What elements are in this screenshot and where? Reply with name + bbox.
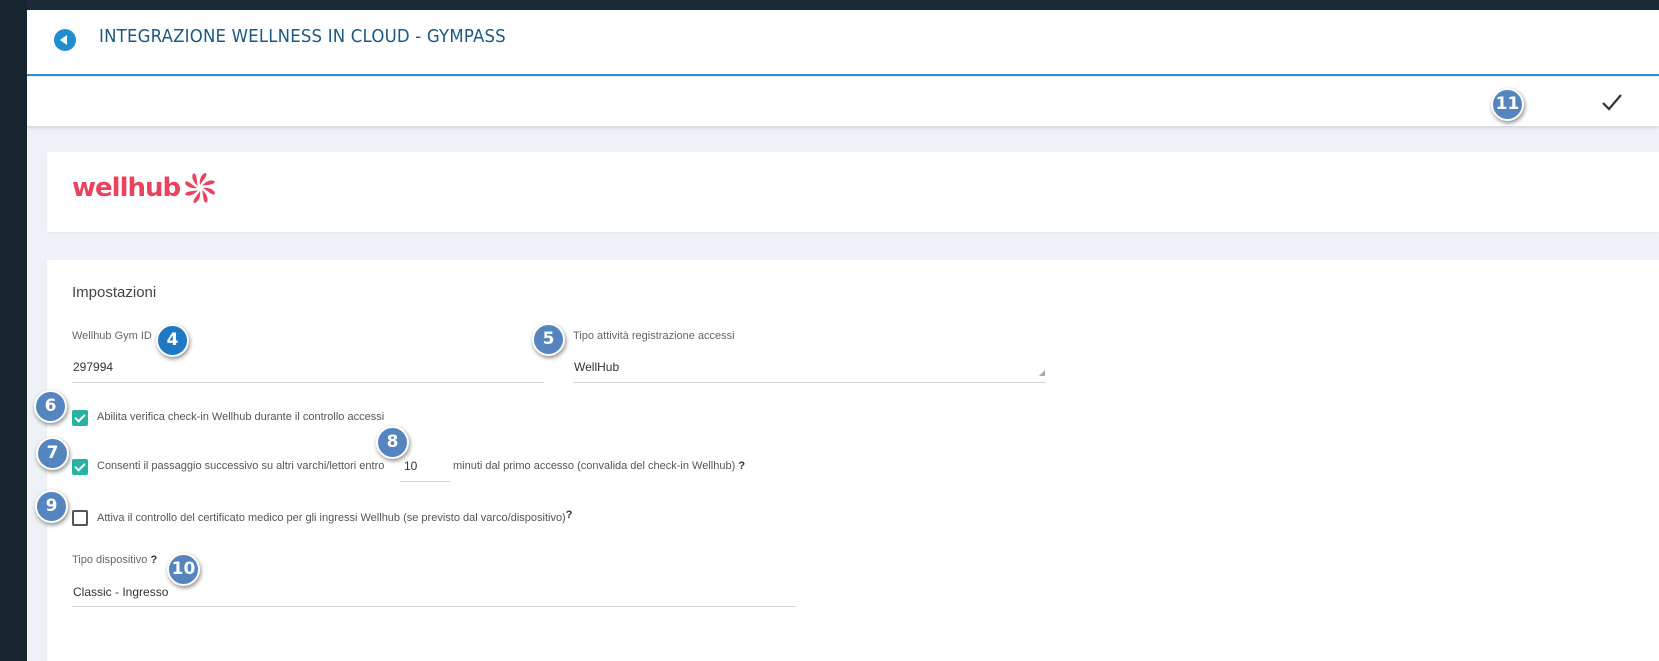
gym-id-underline — [72, 382, 544, 383]
top-strip — [0, 0, 1659, 10]
subsequent-pass-label-after-text: minuti dal primo accesso (convalida del … — [453, 460, 736, 472]
checkin-verify-checkbox[interactable] — [72, 410, 88, 426]
help-icon[interactable]: ? — [150, 554, 157, 566]
device-type-select[interactable]: Classic - Ingresso — [73, 585, 168, 599]
gym-id-input[interactable]: 297994 — [73, 360, 113, 374]
help-icon[interactable]: ? — [566, 509, 573, 521]
medical-cert-label-text: Attiva il controllo del certificato medi… — [97, 512, 566, 524]
annotation-badge: 8 — [376, 426, 409, 459]
device-type-label: Tipo dispositivo ? — [72, 554, 157, 566]
annotation-badge: 7 — [36, 437, 69, 470]
page-header: INTEGRAZIONE WELLNESS IN CLOUD - GYMPASS — [27, 10, 1659, 76]
medical-cert-checkbox[interactable] — [72, 510, 88, 526]
annotation-badge: 9 — [35, 490, 68, 523]
left-sidebar — [0, 0, 27, 661]
subsequent-pass-label-before: Consenti il passaggio successivo su altr… — [97, 460, 385, 472]
annotation-badge: 5 — [532, 323, 565, 356]
checkmark-icon[interactable] — [1600, 90, 1624, 114]
toolbar — [27, 77, 1659, 126]
annotation-badge: 10 — [167, 553, 200, 586]
annotation-badge: 4 — [156, 324, 189, 357]
checkin-verify-label: Abilita verifica check-in Wellhub durant… — [97, 411, 385, 423]
wellhub-logo: wellhub — [72, 172, 216, 204]
subsequent-pass-checkbox[interactable] — [72, 459, 88, 475]
annotation-badge: 11 — [1491, 88, 1524, 121]
resize-handle-icon[interactable] — [1039, 370, 1045, 376]
medical-cert-label: Attiva il controllo del certificato medi… — [97, 509, 573, 524]
section-title: Impostazioni — [72, 284, 157, 301]
help-icon[interactable]: ? — [738, 460, 745, 472]
gym-id-label: Wellhub Gym ID — [72, 330, 152, 342]
subsequent-pass-label-after: minuti dal primo accesso (convalida del … — [453, 460, 745, 472]
logo-card — [47, 152, 1659, 232]
activity-type-label: Tipo attività registrazione accessi — [573, 330, 735, 342]
wellhub-swirl-icon — [185, 173, 216, 203]
device-type-label-text: Tipo dispositivo — [72, 554, 148, 566]
minutes-input[interactable]: 10 — [400, 452, 450, 482]
page-title: INTEGRAZIONE WELLNESS IN CLOUD - GYMPASS — [99, 26, 506, 47]
activity-type-input[interactable]: WellHub — [574, 360, 619, 374]
device-type-underline — [72, 606, 796, 607]
annotation-badge: 6 — [34, 390, 67, 423]
activity-type-underline — [573, 382, 1046, 383]
back-arrow-icon[interactable] — [54, 29, 76, 51]
logo-text: wellhub — [72, 173, 181, 203]
